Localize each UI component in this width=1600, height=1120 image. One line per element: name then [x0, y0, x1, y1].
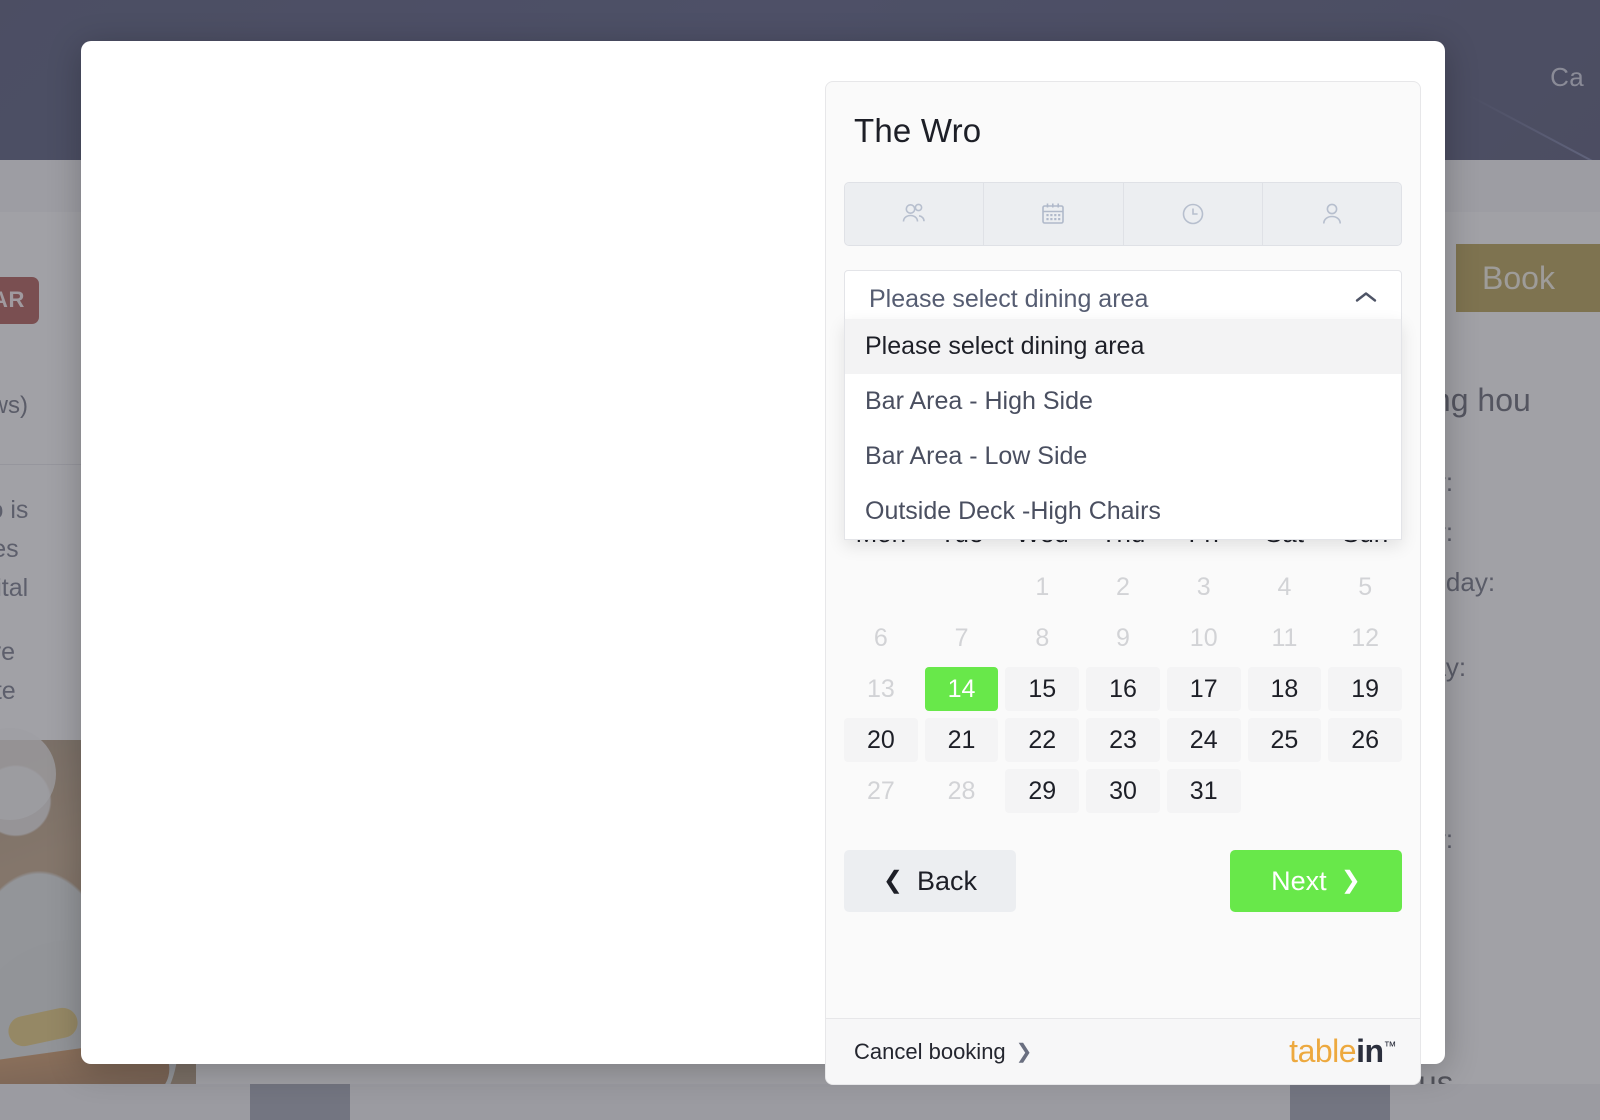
calendar-day[interactable]: 19 — [1328, 667, 1402, 711]
calendar-day[interactable]: 21 — [924, 718, 999, 762]
dining-area-option[interactable]: Please select dining area — [845, 319, 1401, 374]
booking-modal: The Wro Please select dining area 1 2 3 … — [81, 41, 1445, 1085]
calendar-day[interactable]: 18 — [1247, 667, 1322, 711]
calendar-day[interactable]: 30 — [1086, 769, 1160, 813]
dining-area-option[interactable]: Bar Area - Low Side — [845, 429, 1401, 484]
step-guests[interactable] — [845, 183, 985, 245]
person-icon — [1316, 198, 1348, 230]
calendar-day: 11 — [1271, 623, 1298, 652]
calendar-day[interactable]: 24 — [1166, 718, 1241, 762]
calendar-icon — [1037, 198, 1069, 230]
calendar-day[interactable]: 31 — [1166, 769, 1241, 813]
calendar-day: 13 — [866, 674, 895, 703]
calendar-day: 27 — [866, 776, 895, 805]
calendar-week: 20 21 22 23 24 25 26 — [844, 718, 1402, 762]
calendar-grid: 1 2 3 4 5 6 7 8 9 10 11 12 13 14 15 16 17 18 19 20 21 22 23 24 2… — [844, 565, 1402, 813]
wizard-navigation: ❮ Back Next ❯ — [844, 850, 1402, 912]
dining-area-option[interactable]: Bar Area - High Side — [845, 374, 1401, 429]
calendar-day: 9 — [1116, 623, 1130, 652]
chevron-left-icon: ❮ — [882, 867, 904, 894]
calendar-day — [1328, 769, 1402, 813]
calendar-day[interactable]: 16 — [1086, 667, 1160, 711]
calendar-week: 27 28 29 30 31 — [844, 769, 1402, 813]
next-button[interactable]: Next ❯ — [1230, 850, 1402, 912]
calendar-day: 8 — [1035, 623, 1050, 652]
clock-icon — [1177, 198, 1209, 230]
calendar-day: 4 — [1277, 572, 1292, 601]
step-time[interactable] — [1123, 183, 1263, 245]
back-button[interactable]: ❮ Back — [844, 850, 1016, 912]
calendar-day — [844, 565, 918, 609]
chevron-up-icon — [1353, 289, 1379, 310]
chevron-right-icon: ❯ — [1340, 867, 1361, 894]
booking-widget: The Wro Please select dining area 1 2 3 … — [825, 81, 1421, 1085]
back-button-label: Back — [917, 865, 978, 896]
calendar-day[interactable]: 20 — [844, 718, 918, 762]
date-picker: Mon Tue Wed Thu Fri Sat Sun 123456789101… — [844, 518, 1402, 820]
calendar-day: 12 — [1351, 623, 1380, 652]
calendar-day[interactable]: 22 — [1005, 718, 1080, 762]
calendar-day: 7 — [954, 623, 969, 652]
calendar-day[interactable]: 29 — [1005, 769, 1080, 813]
calendar-week: 6 7 8 9 10 11 12 — [844, 616, 1402, 660]
logo-part-1: table — [1289, 1033, 1357, 1069]
calendar-day: 1 — [1035, 572, 1050, 601]
calendar-week: 13 14 15 16 17 18 19 — [844, 667, 1402, 711]
chevron-right-icon: ❯ — [1015, 1040, 1033, 1063]
calendar-day[interactable]: 14 — [924, 667, 999, 711]
calendar-day[interactable]: 25 — [1247, 718, 1322, 762]
dining-area-option[interactable]: Outside Deck -High Chairs — [845, 484, 1401, 539]
logo-trademark: ™ — [1383, 1038, 1397, 1054]
calendar-day[interactable]: 15 — [1005, 667, 1080, 711]
calendar-day[interactable]: 26 — [1328, 718, 1402, 762]
booking-steps — [844, 182, 1402, 246]
venue-title: The Wro — [854, 112, 982, 149]
calendar-day: 28 — [947, 776, 976, 805]
calendar-day[interactable]: 23 — [1086, 718, 1160, 762]
step-details[interactable] — [1262, 183, 1401, 245]
dining-area-dropdown[interactable]: Please select dining area Bar Area - High… — [844, 319, 1402, 540]
calendar-day: 10 — [1189, 623, 1218, 652]
calendar-day: 6 — [873, 623, 888, 652]
next-button-label: Next — [1271, 865, 1327, 896]
dining-area-select-value: Please select dining area — [869, 284, 1149, 313]
calendar-day — [1248, 769, 1322, 813]
booking-footer: Cancel booking ❯ tablein™ — [826, 1018, 1420, 1084]
cancel-booking-label: Cancel booking — [854, 1038, 1006, 1064]
calendar-day: 3 — [1196, 572, 1211, 601]
calendar-day: 2 — [1116, 572, 1130, 601]
calendar-day: 5 — [1358, 572, 1373, 601]
logo-part-2: in — [1356, 1033, 1384, 1069]
tablein-logo: tablein™ — [1289, 1033, 1396, 1070]
calendar-week: 1 2 3 4 5 — [844, 565, 1402, 609]
step-date[interactable] — [984, 183, 1124, 245]
people-icon — [898, 198, 930, 230]
cancel-booking-link[interactable]: Cancel booking ❯ — [854, 1039, 1032, 1065]
calendar-day[interactable]: 17 — [1166, 667, 1241, 711]
calendar-day — [925, 565, 999, 609]
